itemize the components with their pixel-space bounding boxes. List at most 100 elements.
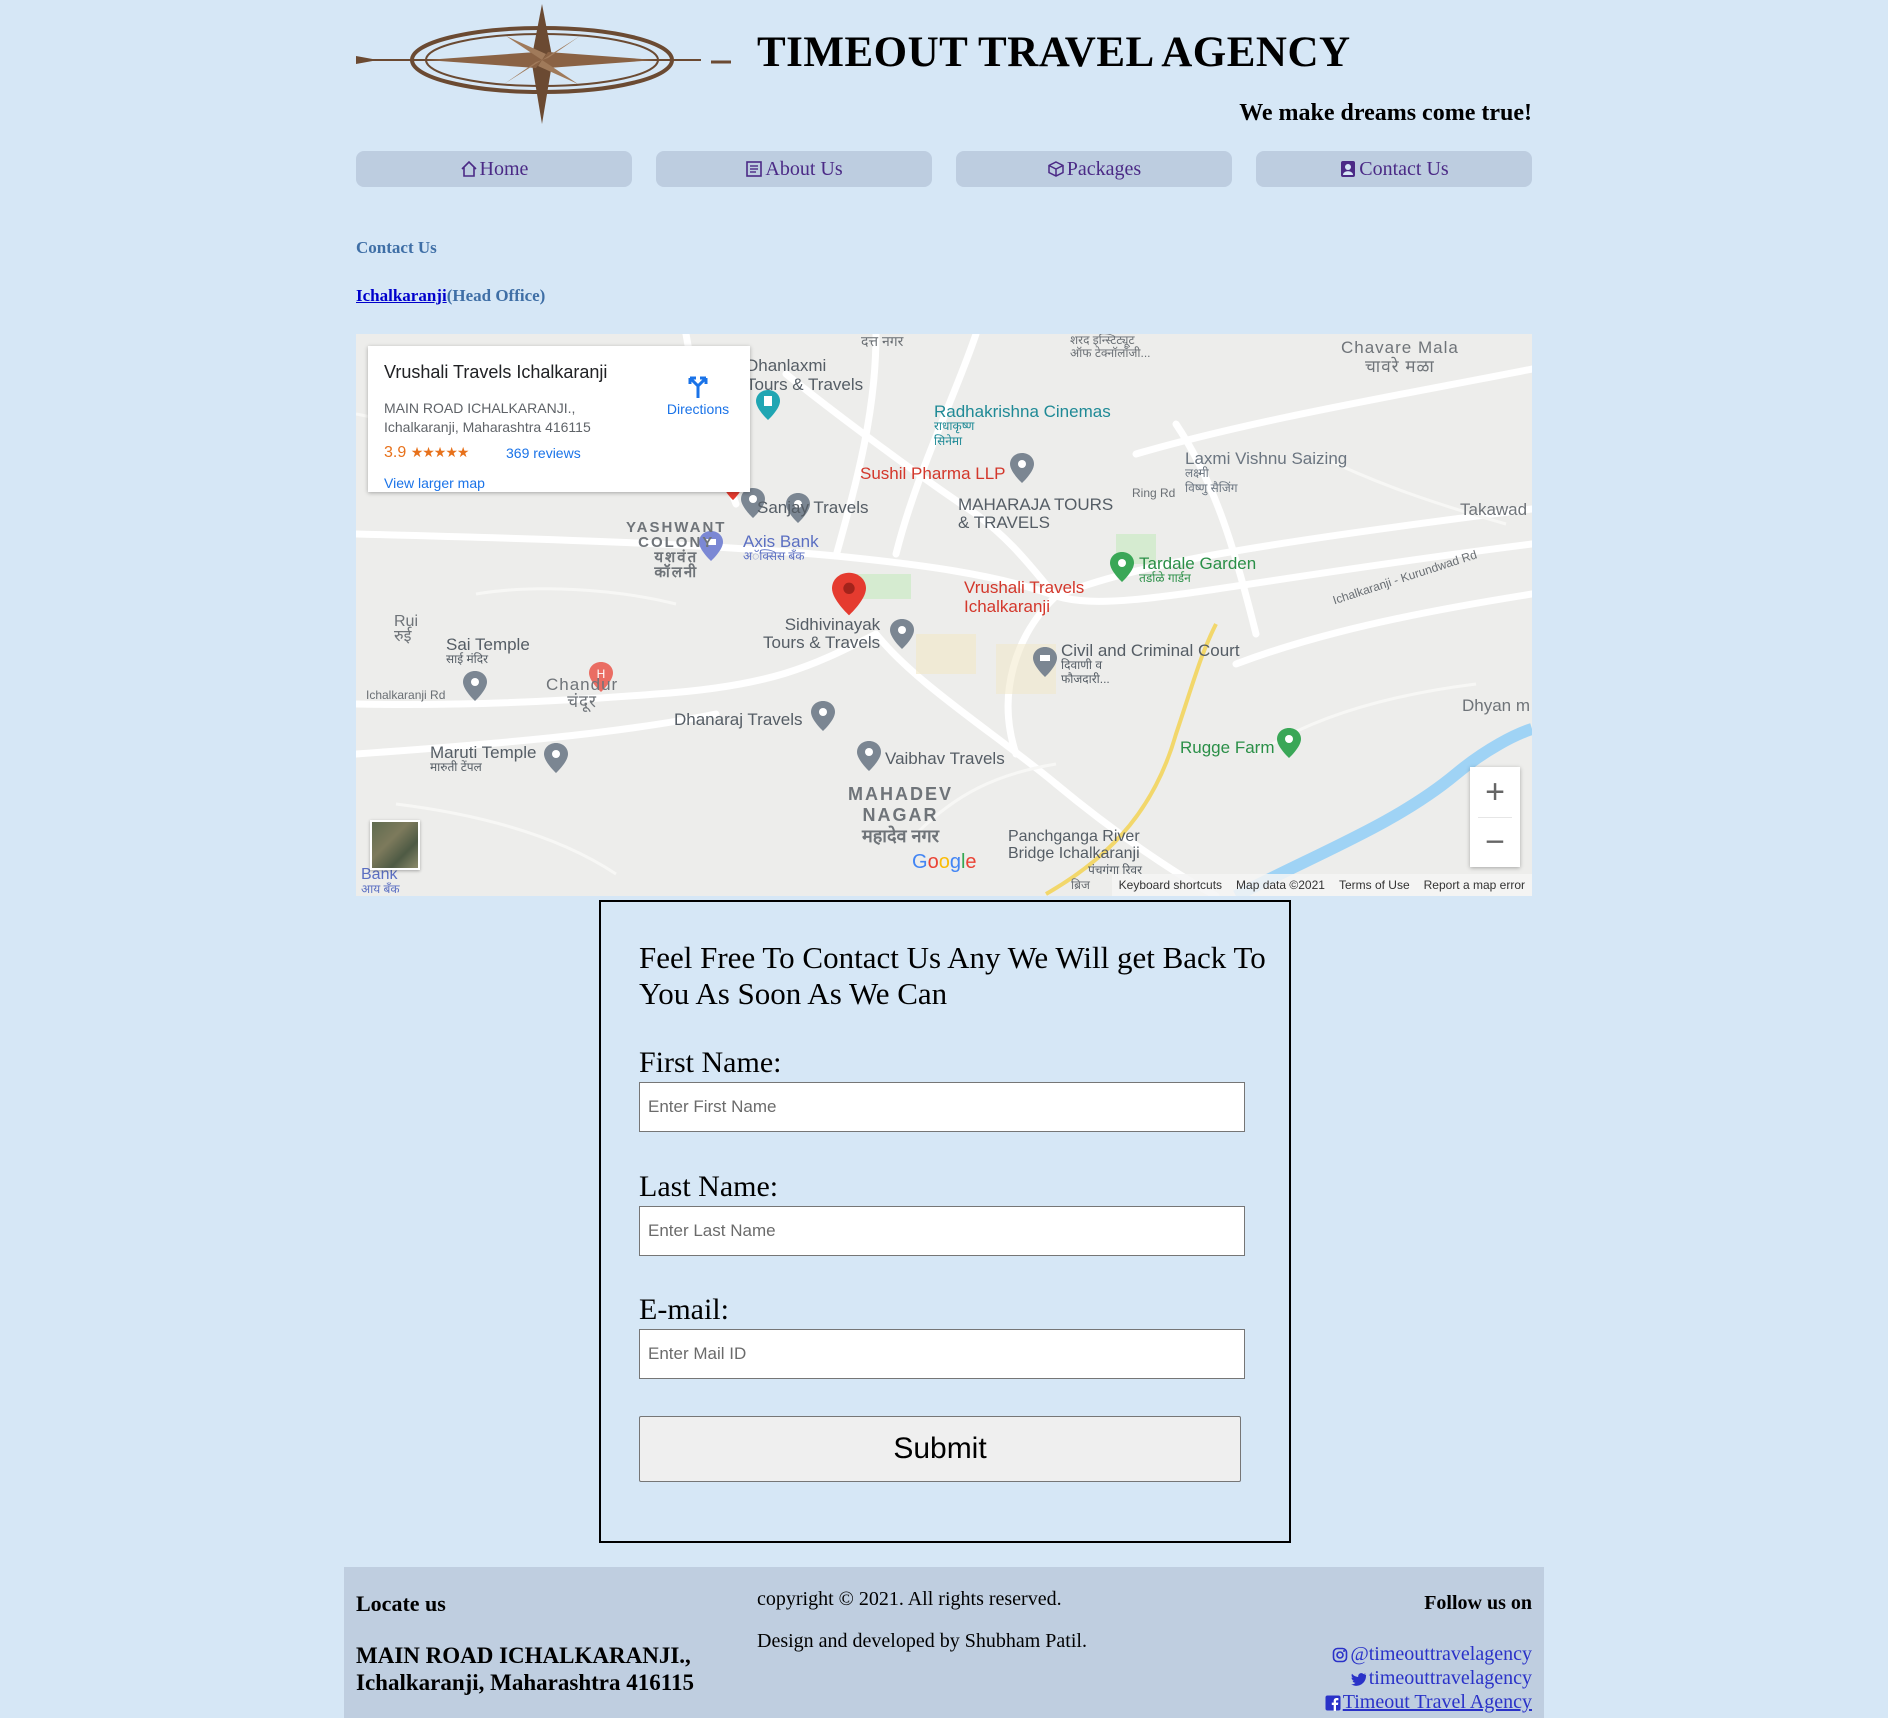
map-label-sai: Sai Temple साई मंदिर [446,635,530,666]
home-icon [460,160,477,177]
nav-about-us[interactable]: About Us [656,151,932,187]
selected-location-pin[interactable] [832,572,866,616]
page-heading: Contact Us [356,238,437,257]
map-label-maruti: Maruti Temple मारुती टेंपल [430,743,537,774]
main-nav: Home About Us Packages Contact Us [356,151,1532,187]
map-label-panchganga: Panchganga River Bridge Ichalkaranji पंचगं… [1008,828,1142,877]
nav-home[interactable]: Home [356,151,632,187]
satellite-toggle[interactable] [370,820,420,870]
travel-pin-vaibhav[interactable] [857,741,881,771]
map-label-mahadev: MAHADEV NAGAR महादेव नगर [848,784,954,846]
map-data-text: Map data ©2021 [1236,878,1325,892]
travel-pin-sidhivinayak[interactable] [890,619,914,649]
submit-button[interactable]: Submit [639,1416,1241,1482]
farm-pin[interactable] [1277,728,1301,758]
map-label-ichal-rd: Ichalkaranji Rd [366,688,446,702]
view-larger-map-link[interactable]: View larger map [384,475,485,491]
last-name-input[interactable] [639,1206,1245,1256]
twitter-icon [1350,1672,1366,1686]
contact-card-icon [1341,161,1356,177]
map-label-yashwant: YASHWANT COLONY यशवंत कॉलनी [626,519,727,581]
cinema-pin[interactable] [756,390,780,420]
email-input[interactable] [639,1329,1245,1379]
garden-pin[interactable] [1110,552,1134,582]
compass-logo [356,4,731,124]
map-label-takawad: Takawad [1460,500,1528,519]
map-label-maharaja: MAHARAJA TOURS & TRAVELS [958,495,1114,532]
map-label-axis: Axis Bank अॅक्सिस बँक [743,532,819,563]
map-label-rugge: Rugge Farm [1180,738,1275,757]
map-label-bank: Bank आय बँक [361,866,400,897]
nav-packages[interactable]: Packages [956,151,1232,187]
credits-text: Design and developed by Shubham Patil. [757,1630,1087,1652]
contact-form: Feel Free To Contact Us Any We Will get … [599,900,1291,1543]
email-label: E-mail: [639,1293,729,1326]
place-rating: 3.9 ★★★★★ [384,444,470,461]
facebook-icon [1325,1695,1341,1711]
nav-home-label: Home [479,157,529,180]
facebook-link[interactable]: Timeout Travel Agency [1325,1691,1532,1714]
instagram-icon [1333,1647,1348,1662]
map-label-dhanaraj: Dhanaraj Travels [674,710,803,729]
office-link[interactable]: Ichalkaranji [356,286,447,305]
map-label-laxmi: Laxmi Vishnu Saizing लक्ष्मी विष्णु सैजिंग [1185,449,1348,495]
place-address: MAIN ROAD ICHALKARANJI., Ichalkaranji, M… [384,400,591,435]
report-error-link[interactable]: Report a map error [1424,878,1525,892]
reviews-link[interactable]: 369 reviews [506,445,581,461]
map-label: शरद इन्स्टिट्यूट ऑफ टेक्नॉलॉजी... [1070,334,1151,360]
site-footer: Locate us MAIN ROAD ICHALKARANJI., Ichal… [344,1567,1544,1718]
map-label-civil: Civil and Criminal Court दिवाणी व फौजदारी.… [1061,641,1240,686]
footer-address: MAIN ROAD ICHALKARANJI., Ichalkaranji, M… [356,1643,694,1695]
court-pin[interactable] [1033,647,1057,677]
zoom-in-button[interactable]: + [1470,767,1520,817]
temple-pin-sai[interactable] [463,671,487,701]
keyboard-shortcuts-link[interactable]: Keyboard shortcuts [1119,878,1222,892]
map-label-tardale: Tardale Garden तर्डाळे गार्डन [1139,554,1257,585]
locate-title: Locate us [356,1591,446,1616]
terms-link[interactable]: Terms of Use [1339,878,1410,892]
instagram-link[interactable]: @timeouttravelagency [1332,1643,1532,1666]
office-line: Ichalkaranji(Head Office) [356,286,545,306]
map-label-vrushali: Vrushali Travels Ichalkaranji [964,578,1085,616]
map-label-radhakrishna: Radhakrishna Cinemas राधाकृष्ण सिनेमा [934,402,1111,448]
map-label-chavare: Chavare Mala चावरे मळा [1341,338,1459,376]
place-info-card: Vrushali Travels Ichalkaranji MAIN ROAD … [368,346,750,492]
nav-contact-us[interactable]: Contact Us [1256,151,1532,187]
directions-icon [688,376,708,398]
twitter-link[interactable]: timeouttravelagency [1350,1667,1532,1690]
map-label-dhanlaxmi: Dhanlaxmi Tours & Travels [746,356,864,394]
nav-packages-label: Packages [1066,157,1142,180]
map-footer: Keyboard shortcuts Map data ©2021 Terms … [1111,874,1532,896]
document-icon [746,161,763,177]
place-name: Vrushali Travels Ichalkaranji [384,362,608,382]
map-label-vaibhav: Vaibhav Travels [885,749,1005,768]
rating-stars: ★★★★★ [410,444,470,460]
box-icon [1048,161,1064,177]
nav-contact-label: Contact Us [1359,157,1449,180]
zoom-out-button[interactable]: − [1470,817,1520,867]
map-label-ring-rd: Ring Rd [1132,486,1176,500]
copyright-text: copyright © 2021. All rights reserved. [757,1588,1062,1610]
map-label: दत्त नगर [861,334,904,349]
zoom-controls: + − [1470,767,1520,867]
google-map[interactable]: H H दत्त नगर शरद इन्स्टिट्यूटऑफ टेक्नॉलॉ… [356,334,1532,896]
first-name-label: First Name: [639,1046,782,1079]
nav-about-label: About Us [765,157,843,180]
temple-pin-maruti[interactable] [544,743,568,773]
map-label-chandur: Chandur चंदूर [546,675,619,711]
follow-title: Follow us on [1424,1592,1532,1614]
travel-pin-dhanaraj[interactable] [811,701,835,731]
office-suffix: (Head Office) [446,286,546,305]
map-label-rui: Rui रुई [394,613,419,645]
form-heading: Feel Free To Contact Us Any We Will get … [639,940,1266,1011]
map-label-sanjay: Sanjay Travels [757,498,869,517]
map-label-sidhivinayak: Sidhivinayak Tours & Travels [763,615,881,652]
google-logo: Google [912,851,977,873]
site-title: TIMEOUT TRAVEL AGENCY [757,29,1351,76]
directions-button[interactable]: Directions [658,372,738,417]
first-name-input[interactable] [639,1082,1245,1132]
tagline: We make dreams come true! [1239,100,1532,126]
map-label-dhyan: Dhyan m [1462,696,1531,715]
laxmi-pin[interactable] [1010,453,1034,483]
map-label-sushil: Sushil Pharma LLP [860,464,1006,483]
